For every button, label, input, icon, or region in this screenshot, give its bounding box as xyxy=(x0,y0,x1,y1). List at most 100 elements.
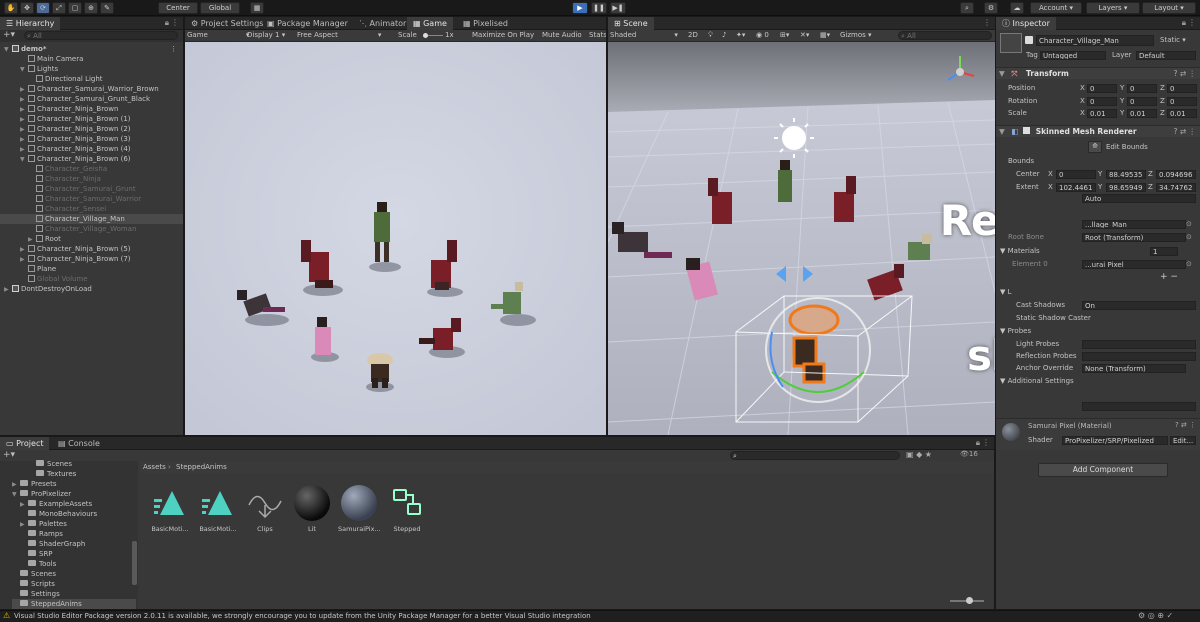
project-folder-item[interactable]: Tools xyxy=(20,559,56,569)
tab-animator[interactable]: ⋱ Animator xyxy=(353,17,412,30)
asset-lit[interactable]: Lit xyxy=(291,485,333,533)
more-menu-icon[interactable]: ⋮ xyxy=(983,18,991,27)
scene-menu-icon[interactable]: ⋮ xyxy=(170,44,177,54)
more-menu-icon[interactable]: ⋮ xyxy=(171,18,179,27)
probes-foldout[interactable]: ▼ Probes xyxy=(1000,326,1031,336)
create-asset-icon[interactable]: +▾ xyxy=(3,450,15,460)
hierarchy-item[interactable]: ▼ Lights xyxy=(0,64,183,74)
axis-label-y[interactable]: Y xyxy=(1120,83,1124,93)
project-folder-item[interactable]: ▶ Presets xyxy=(12,479,56,489)
axis-label-z[interactable]: Z xyxy=(1160,108,1165,118)
project-folder-item[interactable]: ShaderGraph xyxy=(20,539,85,549)
hierarchy-item[interactable]: Main Camera xyxy=(0,54,183,64)
object-picker-icon[interactable]: ⊙ xyxy=(1186,232,1192,242)
hand-tool-icon[interactable]: ✋ xyxy=(4,2,18,14)
rect-tool-icon[interactable]: ▢ xyxy=(68,2,82,14)
reflection-probes-dropdown[interactable] xyxy=(1082,352,1196,361)
project-folder-item[interactable]: Textures xyxy=(28,469,76,479)
element-0-field[interactable]: ...urai Pixel xyxy=(1082,260,1186,269)
object-name-field[interactable]: Character_Village_Man xyxy=(1036,35,1154,46)
edit-bounds-icon[interactable]: ⟰ xyxy=(1088,141,1102,153)
project-folder-item[interactable]: Ramps xyxy=(20,529,63,539)
filter-icons[interactable]: ▣ ◆ ★ xyxy=(906,450,932,459)
add-icon[interactable]: +▾ xyxy=(3,30,15,40)
shading-mode-dropdown[interactable]: Shaded ▾ xyxy=(610,30,678,41)
toggle-2d-button[interactable]: 2D xyxy=(688,30,698,41)
center-z-field[interactable]: 0.094696 xyxy=(1156,170,1196,179)
transform-header[interactable]: ▼ ⤧ Transform ? ⇄ ⋮ xyxy=(996,67,1200,79)
add-component-button[interactable]: Add Component xyxy=(1038,463,1168,477)
more-menu-icon[interactable]: ⋮ xyxy=(1188,18,1196,27)
hierarchy-item[interactable]: ▶ Character_Samurai_Grunt_Black xyxy=(0,94,183,104)
hierarchy-item[interactable]: Character_Geisha xyxy=(0,164,183,174)
status-message[interactable]: Visual Studio Editor Package version 2.0… xyxy=(14,612,591,620)
additional-settings-foldout[interactable]: ▼ Additional Settings xyxy=(1000,376,1074,386)
cast-shadows-dropdown[interactable]: On xyxy=(1082,301,1196,310)
shader-dropdown[interactable]: ProPixelizer/SRP/Pixelized xyxy=(1062,436,1168,445)
root-bone-field[interactable]: Root (Transform) xyxy=(1082,233,1186,242)
scene-viewport[interactable]: Realtime light and shadow xyxy=(608,42,995,435)
extent-y-field[interactable]: 98.65949 xyxy=(1106,183,1146,192)
scene-search-input[interactable]: ⌕ All xyxy=(898,31,992,40)
axis-label-z[interactable]: Z xyxy=(1160,83,1165,93)
hierarchy-item[interactable]: Character_Ninja xyxy=(0,174,183,184)
position-y-field[interactable]: 0 xyxy=(1127,84,1157,93)
position-x-field[interactable]: 0 xyxy=(1087,84,1117,93)
tab-scene[interactable]: ⊞ Scene xyxy=(608,17,654,30)
project-folder-item[interactable]: SteppedAnims xyxy=(12,599,136,609)
anchor-override-field[interactable]: None (Transform) xyxy=(1082,364,1186,373)
hierarchy-item[interactable]: ▶ Character_Ninja_Brown (2) xyxy=(0,124,183,134)
hierarchy-item[interactable]: Directional Light xyxy=(0,74,183,84)
hierarchy-item[interactable]: ▶ Character_Samurai_Warrior_Brown xyxy=(0,84,183,94)
lighting-foldout[interactable]: ▼ L xyxy=(1000,287,1012,297)
component-menu-icon[interactable]: ? ⇄ ⋮ xyxy=(1175,421,1196,429)
tab-console[interactable]: ▤ Console xyxy=(52,437,106,450)
tab-inspector[interactable]: ⓘ Inspector xyxy=(996,17,1056,30)
project-folder-item[interactable]: ▶ Palettes xyxy=(20,519,67,529)
aspect-dropdown[interactable]: Free Aspect ▾ xyxy=(297,30,381,41)
hierarchy-item[interactable]: Character_Samurai_Warrior xyxy=(0,194,183,204)
hierarchy-item[interactable]: ▶ Character_Ninja_Brown (1) xyxy=(0,114,183,124)
axis-label-z[interactable]: Z xyxy=(1148,169,1153,179)
axis-label-x[interactable]: X xyxy=(1080,96,1085,106)
game-mode-dropdown[interactable]: Game ▾ xyxy=(187,30,249,41)
pivot-global-button[interactable]: Global xyxy=(200,2,240,14)
axis-label-z[interactable]: Z xyxy=(1160,96,1165,106)
hierarchy-item[interactable]: ▶ Character_Ninja_Brown (7) xyxy=(0,254,183,264)
hierarchy-item[interactable]: ▶ Character_Ninja_Brown (4) xyxy=(0,144,183,154)
center-x-field[interactable]: 0 xyxy=(1056,170,1096,179)
static-checkbox-label[interactable]: Static ▾ xyxy=(1160,35,1186,45)
object-picker-icon[interactable]: ⊙ xyxy=(1186,219,1192,229)
add-element-button[interactable]: + − xyxy=(1160,272,1178,282)
pivot-center-button[interactable]: Center xyxy=(158,2,198,14)
enabled-checkbox[interactable] xyxy=(1023,127,1031,134)
stats-toggle[interactable]: Stats xyxy=(589,30,606,41)
display-dropdown[interactable]: Display 1 ▾ xyxy=(247,30,285,41)
hidden-packages-count[interactable]: 👁︎16 xyxy=(960,450,978,458)
materials-count-field[interactable]: 1 xyxy=(1150,247,1178,256)
transform-tool-icon[interactable]: ⊕ xyxy=(84,2,98,14)
move-tool-icon[interactable]: ✥ xyxy=(20,2,34,14)
tab-game[interactable]: ▦ Game xyxy=(407,17,453,30)
layers-dropdown[interactable]: Layers ▾ xyxy=(1086,2,1140,14)
project-search-input[interactable]: ⌕ xyxy=(730,451,900,460)
hierarchy-search-input[interactable]: ⌕ All xyxy=(24,31,178,40)
breadcrumb-steppedanims[interactable]: SteppedAnims xyxy=(176,462,227,472)
hierarchy-item[interactable]: ▶ Root xyxy=(0,234,183,244)
rotation-x-field[interactable]: 0 xyxy=(1087,97,1117,106)
breadcrumb-assets[interactable]: Assets xyxy=(143,462,166,472)
audio-toggle-icon[interactable]: ♪ xyxy=(722,30,726,41)
scene-camera-icon[interactable]: ⊞▾ xyxy=(780,30,789,41)
play-button[interactable]: ▶ xyxy=(572,2,588,14)
effects-toggle-icon[interactable]: ✦▾ xyxy=(736,30,745,41)
lighting-toggle-icon[interactable]: 💡︎ xyxy=(708,30,713,41)
hierarchy-item[interactable]: ▶ Character_Ninja_Brown (3) xyxy=(0,134,183,144)
hierarchy-item[interactable]: ▼ Character_Ninja_Brown (6) xyxy=(0,154,183,164)
lock-icon[interactable]: 🔒︎ xyxy=(165,18,169,28)
hierarchy-item[interactable]: Character_Village_Woman xyxy=(0,224,183,234)
tab-package-manager[interactable]: ▣ Package Manager xyxy=(261,17,354,30)
axis-label-z[interactable]: Z xyxy=(1148,182,1153,192)
grid-icon[interactable]: ▦▾ xyxy=(820,30,830,41)
search-icon[interactable]: ⌕ xyxy=(960,2,974,14)
more-menu-icon[interactable]: ⋮ xyxy=(982,438,990,447)
